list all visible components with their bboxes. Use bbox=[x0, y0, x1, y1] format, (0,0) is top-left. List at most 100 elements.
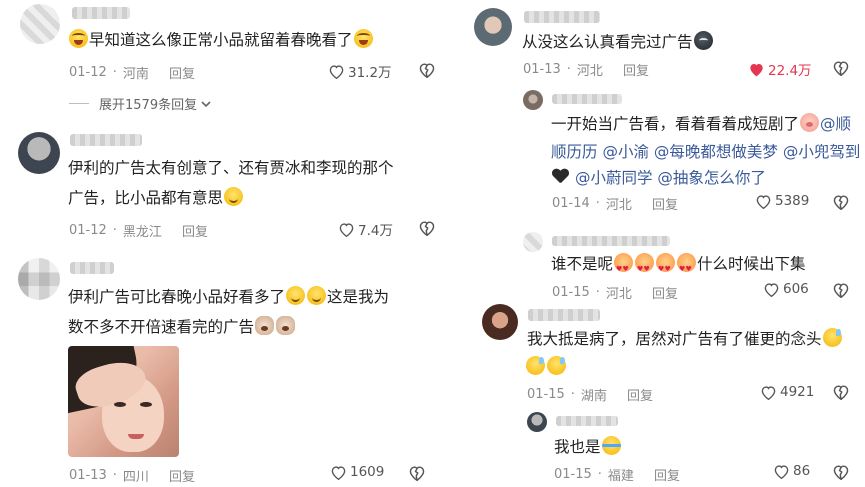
smirk-emoji-icon bbox=[224, 187, 244, 206]
dislike-broken-heart-icon[interactable] bbox=[832, 60, 850, 76]
like-button[interactable]: 5389 bbox=[755, 193, 809, 209]
avatar[interactable] bbox=[20, 4, 60, 44]
comment-text: 早知道这么像正常小品就留着春晚看了 bbox=[68, 26, 374, 55]
username-redacted[interactable] bbox=[524, 11, 600, 23]
heart-icon bbox=[761, 385, 776, 400]
smirk-emoji-icon bbox=[307, 286, 327, 305]
comment-date: 01-12 bbox=[69, 223, 107, 238]
sweat-smile-emoji-icon bbox=[526, 356, 545, 375]
mention-link[interactable]: @顺 bbox=[820, 115, 851, 133]
avatar[interactable] bbox=[18, 132, 60, 174]
dislike-broken-heart-icon[interactable] bbox=[408, 465, 426, 481]
username-redacted[interactable] bbox=[552, 236, 670, 246]
username-redacted[interactable] bbox=[528, 309, 600, 321]
heart-icon bbox=[331, 465, 346, 480]
comment-meta: 01-15 · 湖南 回复 bbox=[527, 385, 653, 404]
reply-button[interactable]: 回复 bbox=[627, 385, 653, 404]
heart-eyes-emoji-icon bbox=[614, 253, 634, 284]
mention-link[interactable]: @小兜驾到 bbox=[783, 143, 861, 161]
reply-text: 谁不是呢什么时候出下集 bbox=[551, 250, 806, 284]
heart-icon bbox=[339, 222, 354, 237]
comment-location: 河北 bbox=[605, 198, 632, 213]
comment-location: 河北 bbox=[605, 287, 632, 302]
heart-icon bbox=[756, 194, 771, 209]
expand-replies-button[interactable]: 展开1579条回复 bbox=[69, 94, 212, 113]
comment-text-line1: 伊利的广告太有创意了、还有贾冰和李现的那个 bbox=[68, 159, 394, 177]
heart-icon bbox=[764, 282, 779, 297]
like-count: 86 bbox=[793, 463, 811, 479]
reply-button[interactable]: 回复 bbox=[169, 63, 195, 82]
like-button[interactable]: 7.4万 bbox=[338, 219, 393, 239]
comment-text: 从没这么认真看完过广告 bbox=[522, 28, 714, 57]
comment-meta: 01-15 · 福建 回复 bbox=[554, 465, 680, 484]
comment-image[interactable] bbox=[68, 346, 179, 457]
comment-location: 黑龙江 bbox=[122, 225, 162, 240]
like-count: 7.4万 bbox=[358, 223, 393, 239]
mention-link[interactable]: @抽象怎么你了 bbox=[657, 169, 766, 187]
dog-face-emoji-icon bbox=[255, 316, 275, 335]
like-count: 606 bbox=[783, 281, 809, 297]
mention-link[interactable]: @每晚都想做美梦 bbox=[654, 143, 778, 161]
comment-meta: 01-12 · 河南 回复 bbox=[69, 63, 195, 82]
laughing-emoji-icon bbox=[353, 29, 373, 48]
heart-icon bbox=[329, 64, 344, 79]
like-count: 1609 bbox=[350, 464, 385, 480]
avatar[interactable] bbox=[527, 412, 547, 432]
comment-date: 01-15 bbox=[527, 387, 565, 402]
dark-face-emoji-icon bbox=[693, 31, 713, 50]
heart-filled-icon bbox=[750, 63, 763, 76]
heart-eyes-emoji-icon bbox=[656, 253, 676, 284]
comment-date: 01-15 bbox=[552, 285, 590, 300]
reply-button[interactable]: 回复 bbox=[182, 221, 208, 240]
like-count: 5389 bbox=[775, 193, 810, 209]
comment-meta: 01-13 · 河北 回复 bbox=[523, 60, 649, 79]
dislike-broken-heart-icon[interactable] bbox=[832, 384, 850, 400]
username-redacted[interactable] bbox=[552, 94, 622, 104]
heart-icon bbox=[774, 464, 789, 479]
reply-button[interactable]: 回复 bbox=[652, 194, 678, 213]
like-button[interactable]: 606 bbox=[763, 281, 809, 297]
username-redacted[interactable] bbox=[556, 416, 618, 426]
reply-text-line2: 顺历历 @小渝 @每晚都想做美梦 @小兜驾到 bbox=[551, 138, 860, 167]
username-redacted[interactable] bbox=[70, 134, 142, 146]
dislike-broken-heart-icon[interactable] bbox=[418, 62, 436, 78]
laughing-emoji-icon bbox=[69, 29, 88, 48]
like-button[interactable]: 4921 bbox=[760, 384, 814, 400]
like-button[interactable]: 31.2万 bbox=[328, 61, 392, 81]
dislike-broken-heart-icon[interactable] bbox=[832, 282, 850, 298]
comment-text-line2: 数不多不开倍速看完的广告 bbox=[68, 313, 296, 342]
avatar[interactable] bbox=[18, 258, 60, 300]
comment-location: 河南 bbox=[122, 67, 149, 82]
like-button[interactable]: 22.4万 bbox=[748, 59, 812, 79]
avatar[interactable] bbox=[474, 8, 512, 46]
like-button[interactable]: 1609 bbox=[330, 464, 384, 480]
comment-text-line1: 伊利广告可比春晚小品好看多了 这是我为 bbox=[68, 286, 390, 306]
comment-location: 河北 bbox=[576, 64, 603, 79]
dislike-broken-heart-icon[interactable] bbox=[832, 194, 850, 210]
dislike-broken-heart-icon[interactable] bbox=[832, 464, 850, 480]
like-button[interactable]: 86 bbox=[773, 463, 810, 479]
reply-button[interactable]: 回复 bbox=[623, 60, 649, 79]
heart-eyes-emoji-icon bbox=[677, 253, 697, 284]
reply-button[interactable]: 回复 bbox=[654, 465, 680, 484]
reply-text-line1: 一开始当广告看，看着看着成短剧了 @顺 bbox=[551, 113, 852, 133]
like-count: 22.4万 bbox=[768, 63, 812, 79]
sweat-smile-emoji-icon bbox=[822, 328, 842, 347]
mention-link[interactable]: @小渝 bbox=[602, 143, 649, 161]
mention-link[interactable]: @小蔚同学 bbox=[575, 169, 653, 187]
username-redacted[interactable] bbox=[70, 262, 114, 274]
comment-date: 01-13 bbox=[523, 62, 561, 77]
reply-button[interactable]: 回复 bbox=[169, 466, 195, 485]
mention-link[interactable]: 顺历历 bbox=[551, 143, 598, 161]
comment-text-line2 bbox=[525, 353, 567, 382]
avatar[interactable] bbox=[482, 304, 518, 340]
black-heart-emoji-icon bbox=[552, 167, 569, 186]
comment-meta: 01-13 · 四川 回复 bbox=[69, 466, 195, 485]
reply-text: 我也是 bbox=[554, 433, 622, 462]
avatar[interactable] bbox=[523, 90, 543, 110]
avatar[interactable] bbox=[523, 232, 543, 252]
username-redacted[interactable] bbox=[72, 7, 130, 19]
reply-button[interactable]: 回复 bbox=[652, 283, 678, 302]
comment-date: 01-14 bbox=[552, 196, 590, 211]
dislike-broken-heart-icon[interactable] bbox=[418, 220, 436, 236]
